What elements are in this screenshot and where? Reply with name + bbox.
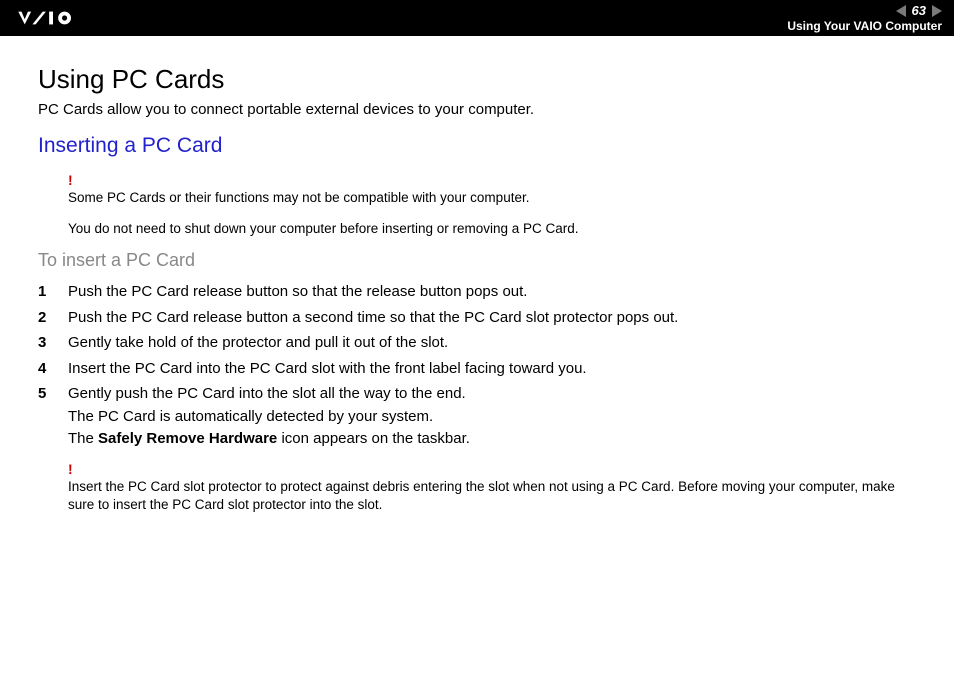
step-number: 1: [38, 281, 68, 304]
section-title: Inserting a PC Card: [38, 134, 916, 158]
step-text: Gently push the PC Card into the slot al…: [68, 383, 916, 451]
next-page-arrow-icon[interactable]: [932, 5, 942, 17]
step5-line3a: The: [68, 430, 98, 447]
page-content: Using PC Cards PC Cards allow you to con…: [0, 36, 954, 548]
steps-list: 1 Push the PC Card release button so tha…: [38, 281, 916, 451]
header-bar: 63 Using Your VAIO Computer: [0, 0, 954, 36]
list-item: 4 Insert the PC Card into the PC Card sl…: [38, 358, 916, 381]
warning-text: Insert the PC Card slot protector to pro…: [68, 478, 916, 514]
list-item: 3 Gently take hold of the protector and …: [38, 332, 916, 355]
step-text: Insert the PC Card into the PC Card slot…: [68, 358, 916, 381]
step5-line1: Gently push the PC Card into the slot al…: [68, 385, 466, 402]
step5-line3c: icon appears on the taskbar.: [277, 430, 470, 447]
warning-block: ! Insert the PC Card slot protector to p…: [68, 461, 916, 514]
intro-text: PC Cards allow you to connect portable e…: [38, 101, 916, 118]
header-subtitle: Using Your VAIO Computer: [787, 19, 942, 33]
page-title: Using PC Cards: [38, 64, 916, 95]
page-number: 63: [908, 3, 930, 18]
step-number: 2: [38, 307, 68, 330]
prev-page-arrow-icon[interactable]: [896, 5, 906, 17]
step-number: 3: [38, 332, 68, 355]
warning-icon: !: [68, 461, 916, 477]
step-text: Gently take hold of the protector and pu…: [68, 332, 916, 355]
step-text: Push the PC Card release button a second…: [68, 307, 916, 330]
warning-text: Some PC Cards or their functions may not…: [68, 189, 916, 207]
list-item: 5 Gently push the PC Card into the slot …: [38, 383, 916, 451]
step-number: 5: [38, 383, 68, 451]
warning-block: ! Some PC Cards or their functions may n…: [68, 172, 916, 207]
list-item: 1 Push the PC Card release button so tha…: [38, 281, 916, 304]
warning-icon: !: [68, 172, 916, 188]
page-nav: 63: [896, 3, 942, 18]
vaio-logo: [12, 9, 112, 27]
step-number: 4: [38, 358, 68, 381]
note-text: You do not need to shut down your comput…: [68, 221, 916, 236]
list-item: 2 Push the PC Card release button a seco…: [38, 307, 916, 330]
procedure-title: To insert a PC Card: [38, 250, 916, 271]
step5-line2: The PC Card is automatically detected by…: [68, 408, 433, 425]
step-text: Push the PC Card release button so that …: [68, 281, 916, 304]
step5-bold: Safely Remove Hardware: [98, 430, 277, 447]
